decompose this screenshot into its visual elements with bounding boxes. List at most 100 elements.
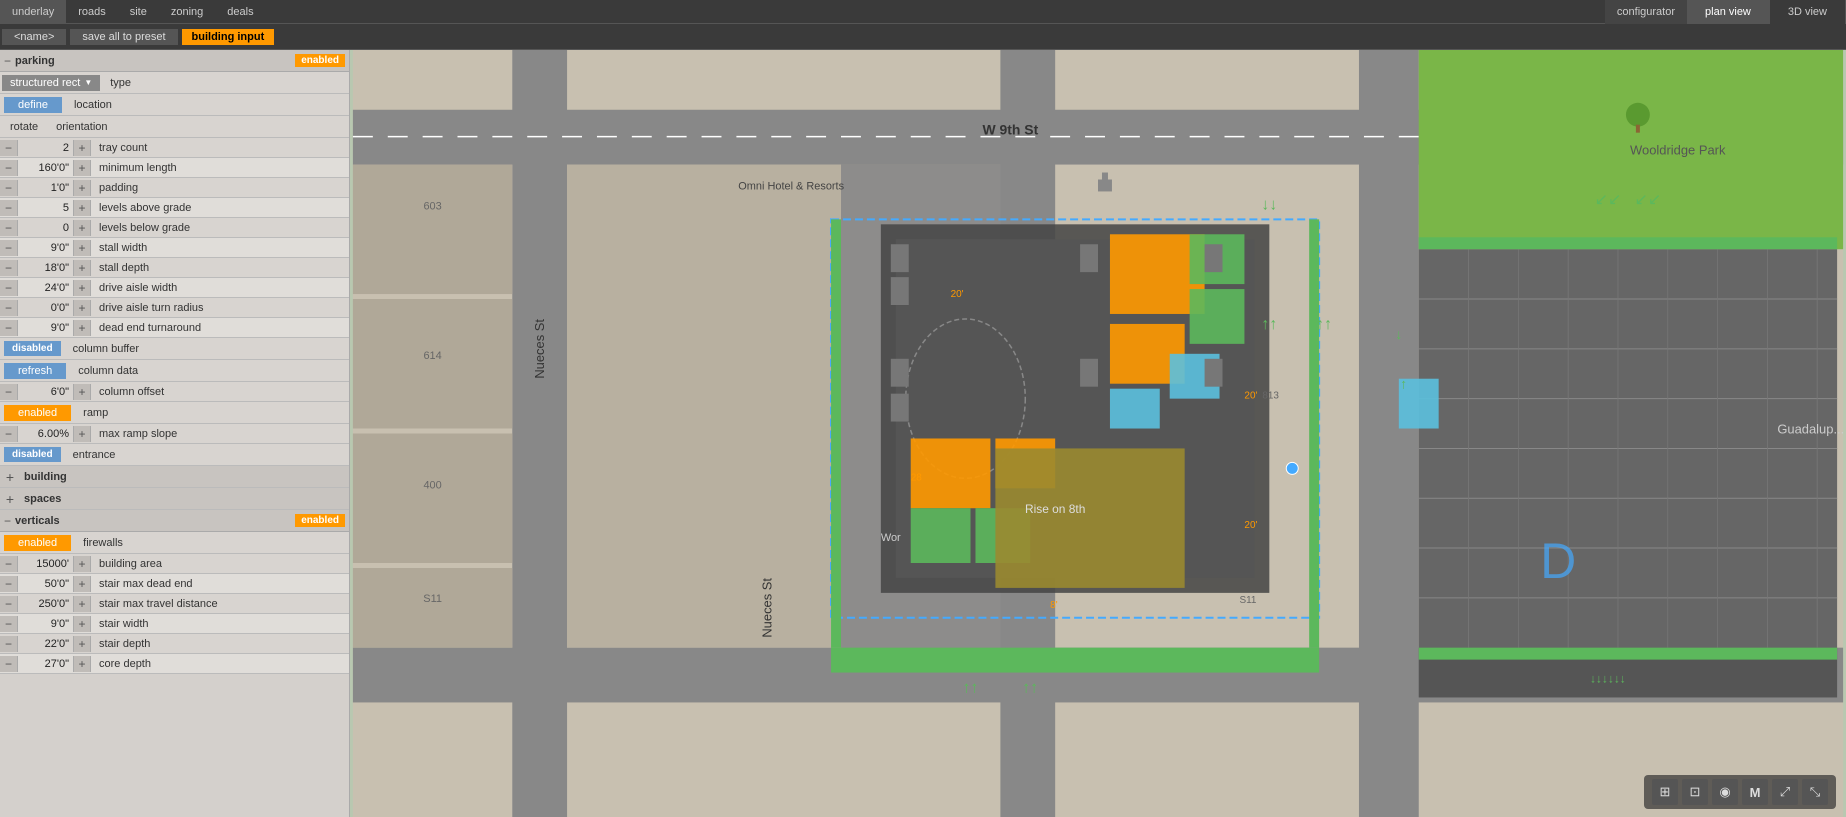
spaces-add-row[interactable]: + spaces: [0, 488, 349, 510]
stair-max-travel-minus[interactable]: −: [0, 596, 18, 612]
stall-depth-minus[interactable]: −: [0, 260, 18, 276]
configurator-tab[interactable]: configurator: [1605, 0, 1687, 24]
core-depth-minus[interactable]: −: [0, 656, 18, 672]
firewalls-enabled-badge[interactable]: enabled: [4, 535, 71, 551]
building-input-button[interactable]: building input: [182, 29, 275, 45]
orientation-label: orientation: [48, 121, 349, 133]
levels-below-label: levels below grade: [91, 222, 349, 234]
levels-below-plus[interactable]: +: [73, 220, 91, 236]
column-offset-minus[interactable]: −: [0, 384, 18, 400]
stair-max-dead-plus[interactable]: +: [73, 576, 91, 592]
rotate-label-btn[interactable]: rotate: [0, 119, 48, 135]
dead-end-minus[interactable]: −: [0, 320, 18, 336]
column-offset-plus[interactable]: +: [73, 384, 91, 400]
levels-above-plus[interactable]: +: [73, 200, 91, 216]
parking-toggle[interactable]: −: [4, 54, 11, 68]
stair-max-travel-label: stair max travel distance: [91, 598, 349, 610]
svg-text:614: 614: [423, 350, 441, 362]
type-row: structured rect type: [0, 72, 349, 94]
parking-section-header[interactable]: − parking enabled: [0, 50, 349, 72]
toolbar-view-icon[interactable]: ◉: [1712, 779, 1738, 805]
drive-aisle-turn-minus[interactable]: −: [0, 300, 18, 316]
min-length-value: 160'0": [18, 162, 73, 174]
drive-aisle-turn-plus[interactable]: +: [73, 300, 91, 316]
levels-above-minus[interactable]: −: [0, 200, 18, 216]
stair-depth-minus[interactable]: −: [0, 636, 18, 652]
nav-deals[interactable]: deals: [215, 0, 265, 23]
toolbar-expand-icon[interactable]: ⤢: [1772, 779, 1798, 805]
stair-depth-plus[interactable]: +: [73, 636, 91, 652]
entrance-label: entrance: [65, 449, 349, 461]
svg-text:↑↑: ↑↑: [1316, 316, 1332, 333]
stair-width-minus[interactable]: −: [0, 616, 18, 632]
toolbar-m-icon[interactable]: M: [1742, 779, 1768, 805]
core-depth-plus[interactable]: +: [73, 656, 91, 672]
ramp-enabled-badge[interactable]: enabled: [4, 405, 71, 421]
map-svg: Wooldridge Park 603 614 400 S11: [350, 50, 1846, 817]
stall-width-minus[interactable]: −: [0, 240, 18, 256]
location-label: location: [66, 99, 349, 111]
toolbar-layers-icon[interactable]: ⊡: [1682, 779, 1708, 805]
map-area[interactable]: Wooldridge Park 603 614 400 S11: [350, 50, 1846, 817]
type-dropdown[interactable]: structured rect: [2, 75, 100, 91]
verticals-status-badge[interactable]: enabled: [295, 514, 345, 527]
drive-aisle-width-minus[interactable]: −: [0, 280, 18, 296]
min-length-plus[interactable]: +: [73, 160, 91, 176]
stair-width-plus[interactable]: +: [73, 616, 91, 632]
save-preset-button[interactable]: save all to preset: [70, 29, 177, 45]
nav-underlay[interactable]: underlay: [0, 0, 66, 23]
dead-end-plus[interactable]: +: [73, 320, 91, 336]
entrance-disabled-badge[interactable]: disabled: [4, 447, 61, 462]
entrance-row: disabled entrance: [0, 444, 349, 466]
sub-nav: <name> save all to preset building input: [0, 24, 1846, 50]
main-area: − parking enabled structured rect type d…: [0, 50, 1846, 817]
nav-zoning[interactable]: zoning: [159, 0, 215, 23]
toolbar-fullscreen-icon[interactable]: ⤡: [1802, 779, 1828, 805]
max-ramp-slope-plus[interactable]: +: [73, 426, 91, 442]
refresh-button[interactable]: refresh: [4, 363, 66, 379]
name-field[interactable]: <name>: [2, 29, 66, 45]
verticals-toggle[interactable]: −: [4, 514, 11, 528]
building-add-label: building: [20, 471, 349, 483]
nav-roads[interactable]: roads: [66, 0, 118, 23]
column-buffer-row: disabled column buffer: [0, 338, 349, 360]
building-add-row[interactable]: + building: [0, 466, 349, 488]
parking-status-badge[interactable]: enabled: [295, 54, 345, 67]
stall-depth-value: 18'0": [18, 262, 73, 274]
verticals-section-header[interactable]: − verticals enabled: [0, 510, 349, 532]
tab-group: configurator plan view 3D view: [1605, 0, 1846, 24]
stair-max-travel-plus[interactable]: +: [73, 596, 91, 612]
svg-text:↑↑: ↑↑: [1022, 679, 1038, 696]
toolbar-grid-icon[interactable]: ⊞: [1652, 779, 1678, 805]
stair-max-dead-value: 50'0": [18, 578, 73, 590]
wooldridge-park-label: Wooldridge Park: [1630, 143, 1726, 158]
stall-width-value: 9'0": [18, 242, 73, 254]
drive-aisle-width-plus[interactable]: +: [73, 280, 91, 296]
svg-text:↑↑: ↑↑: [963, 679, 979, 696]
tab-plan-view[interactable]: plan view: [1687, 0, 1770, 24]
min-length-minus[interactable]: −: [0, 160, 18, 176]
padding-minus[interactable]: −: [0, 180, 18, 196]
nueces-st-label2: Nueces St: [759, 578, 774, 638]
type-label: type: [102, 77, 349, 89]
tray-count-plus[interactable]: +: [73, 140, 91, 156]
padding-plus[interactable]: +: [73, 180, 91, 196]
max-ramp-slope-minus[interactable]: −: [0, 426, 18, 442]
svg-text:S11: S11: [1239, 595, 1256, 606]
max-ramp-slope-row: − 6.00% + max ramp slope: [0, 424, 349, 444]
building-area-minus[interactable]: −: [0, 556, 18, 572]
define-button[interactable]: define: [4, 97, 62, 113]
stair-depth-value: 22'0": [18, 638, 73, 650]
levels-below-minus[interactable]: −: [0, 220, 18, 236]
padding-row: − 1'0" + padding: [0, 178, 349, 198]
levels-above-label: levels above grade: [91, 202, 349, 214]
column-buffer-disabled-badge[interactable]: disabled: [4, 341, 61, 356]
tray-count-minus[interactable]: −: [0, 140, 18, 156]
stair-max-dead-minus[interactable]: −: [0, 576, 18, 592]
stall-depth-plus[interactable]: +: [73, 260, 91, 276]
stall-width-plus[interactable]: +: [73, 240, 91, 256]
nav-site[interactable]: site: [118, 0, 159, 23]
stair-width-label: stair width: [91, 618, 349, 630]
building-area-plus[interactable]: +: [73, 556, 91, 572]
tab-3d-view[interactable]: 3D view: [1770, 0, 1846, 24]
